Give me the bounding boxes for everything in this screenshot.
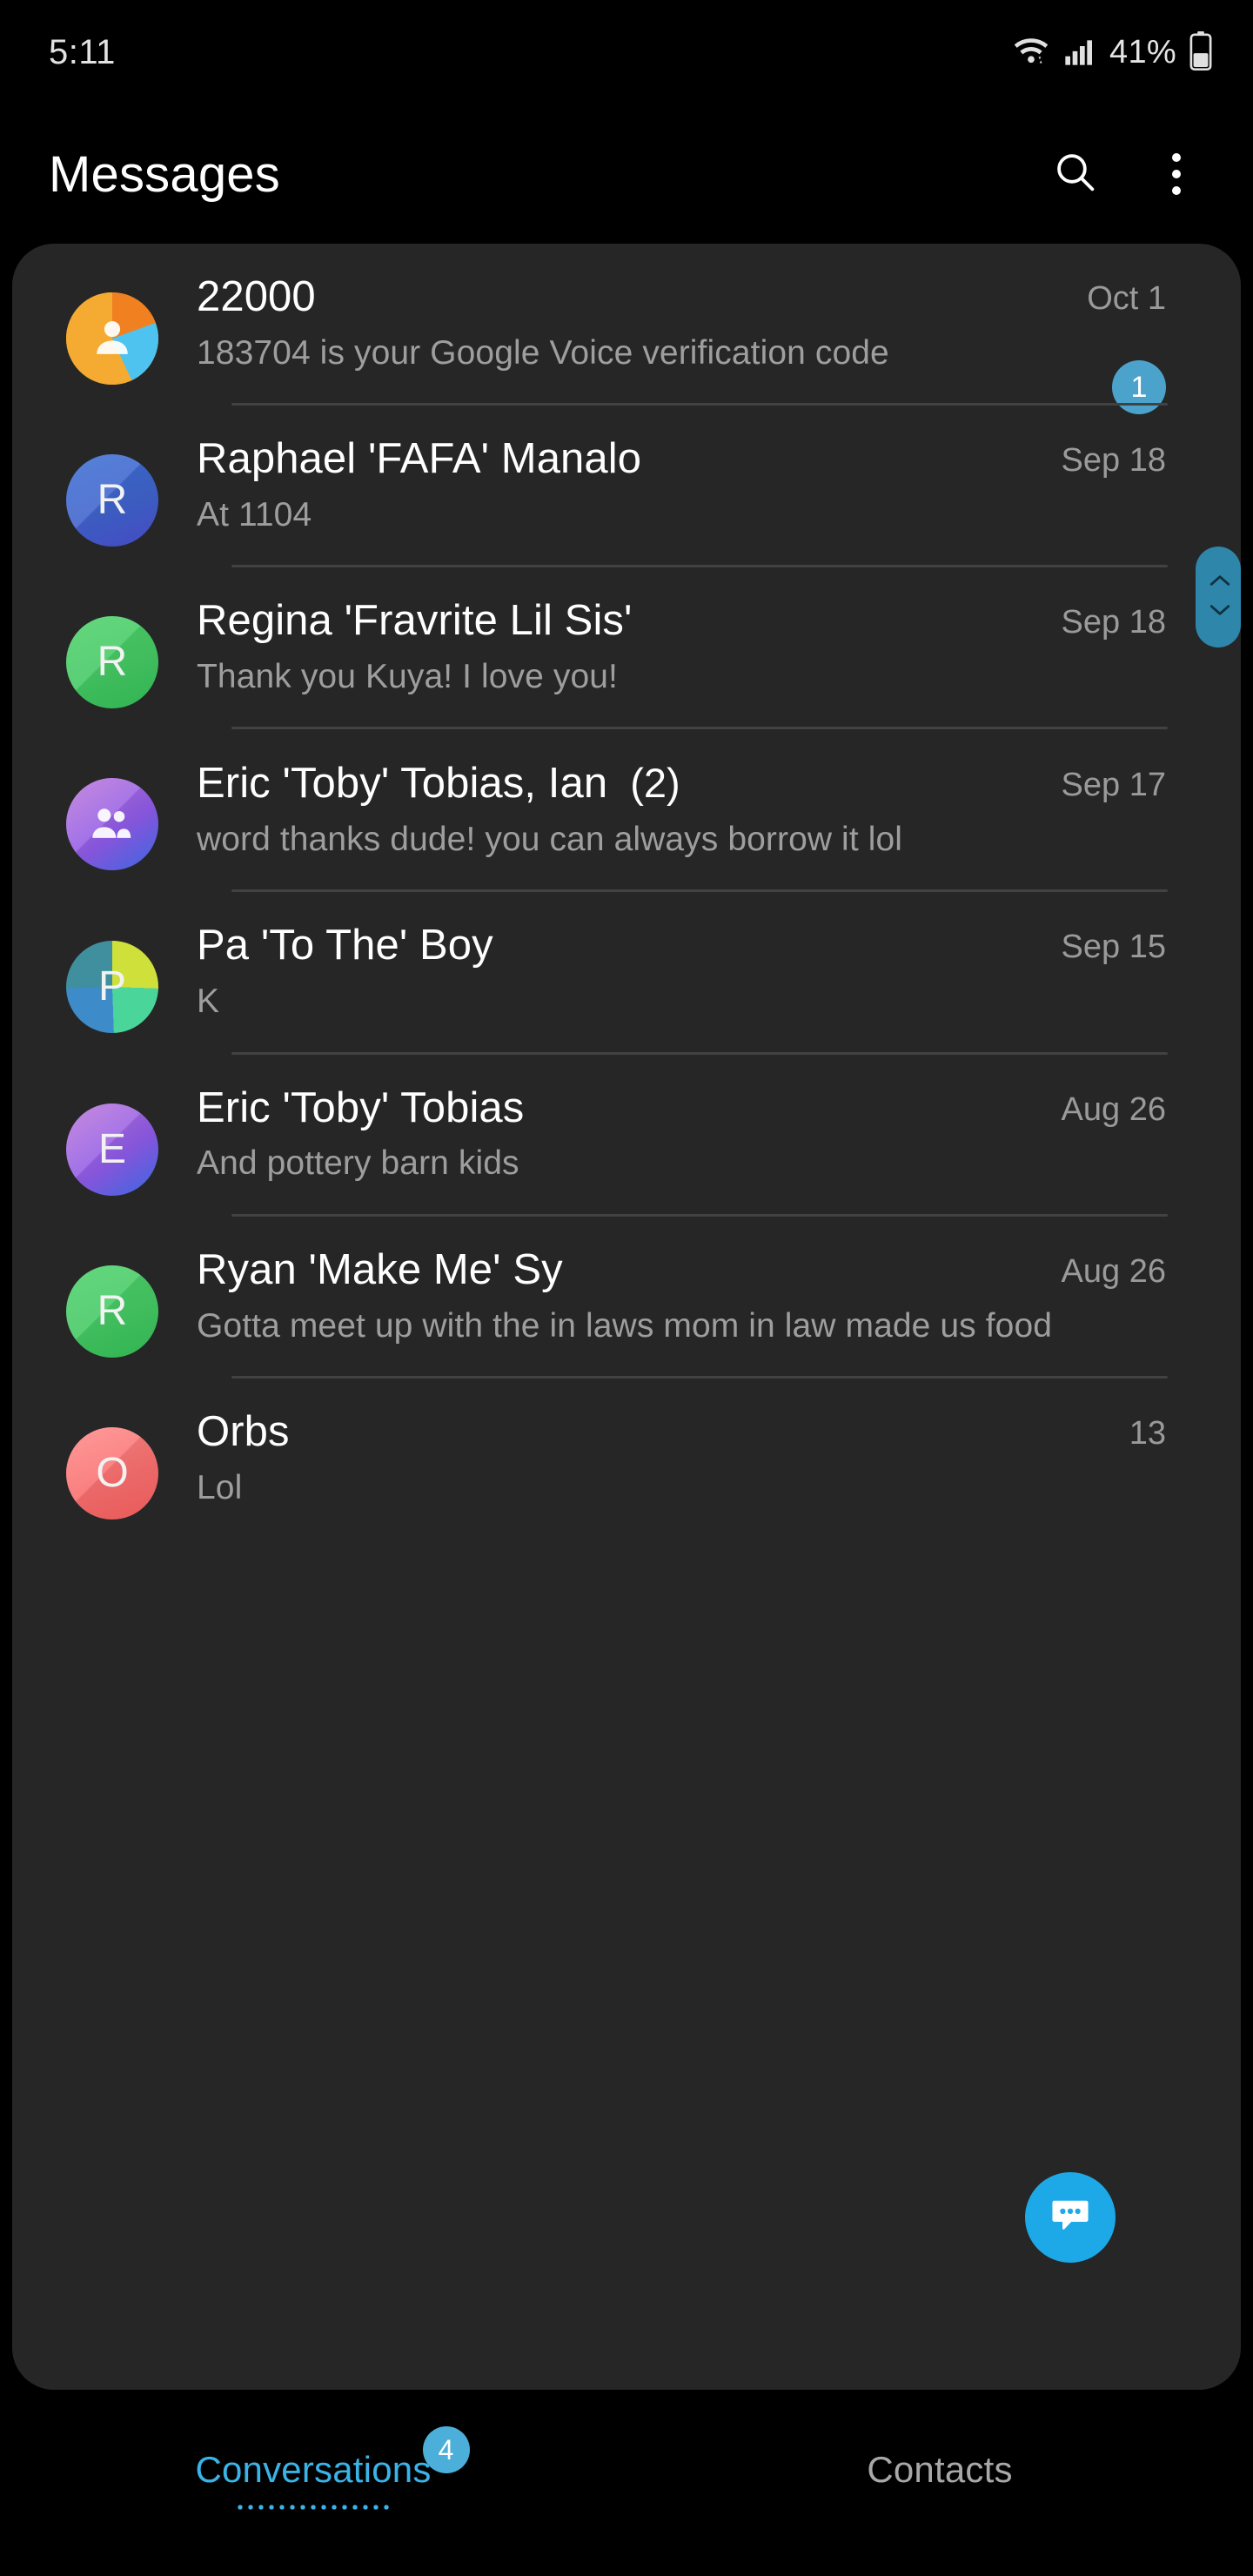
- avatar: [66, 292, 158, 385]
- conversation-date: Sep 15: [1061, 929, 1166, 966]
- conversation-row[interactable]: R Raphael 'FAFA' Manalo Sep 18 At 1104: [12, 406, 1241, 568]
- more-options-icon: [1172, 153, 1181, 195]
- conversation-date: 13: [1129, 1414, 1166, 1452]
- conversation-snippet: At 1104: [197, 495, 312, 533]
- status-bar: 5:11 41%: [0, 0, 1253, 104]
- wifi-icon: [1012, 31, 1050, 74]
- conversation-content: Eric 'Toby' Tobias, Ian (2) Sep 17 word …: [158, 759, 1166, 892]
- app-bar: Messages: [0, 104, 1253, 244]
- conversation-header: Raphael 'FAFA' Manalo Sep 18: [197, 435, 1166, 484]
- conversation-header: Ryan 'Make Me' Sy Aug 26: [197, 1246, 1166, 1295]
- conversation-row[interactable]: R Regina 'Fravrite Lil Sis' Sep 18 Thank…: [12, 567, 1241, 730]
- conversation-snippet: Thank you Kuya! I love you!: [197, 658, 618, 696]
- conversation-snippet: K: [197, 983, 220, 1021]
- more-options-button[interactable]: [1149, 146, 1204, 202]
- conversation-snippet: 183704 is your Google Voice verification…: [197, 333, 889, 372]
- conversation-content: Raphael 'FAFA' Manalo Sep 18 At 1104: [158, 435, 1166, 567]
- conversation-name: 22000: [197, 273, 316, 320]
- conversation-content: Orbs 13 Lol: [158, 1408, 1166, 1540]
- conversation-row[interactable]: 22000 Oct 1 183704 is your Google Voice …: [12, 244, 1241, 414]
- status-bar-clock: 5:11: [49, 32, 116, 71]
- search-icon: [1052, 149, 1099, 200]
- conversation-header: Eric 'Toby' Tobias, Ian (2) Sep 17: [197, 759, 1166, 808]
- tab-conversations-badge: 4: [422, 2426, 470, 2473]
- avatar-initial: P: [97, 963, 126, 1010]
- conversation-name: Regina 'Fravrite Lil Sis': [197, 597, 633, 645]
- battery-icon: [1189, 30, 1213, 75]
- conversation-date: Sep 18: [1061, 604, 1166, 641]
- conversation-list-card: 22000 Oct 1 183704 is your Google Voice …: [12, 244, 1241, 2390]
- battery-percent-label: 41%: [1109, 33, 1176, 70]
- conversation-snippet: Gotta meet up with the in laws mom in la…: [197, 1306, 1053, 1345]
- new-message-icon: [1046, 2191, 1095, 2244]
- conversation-name: Orbs: [197, 1407, 290, 1455]
- conversation-header: Pa 'To The' Boy Sep 15: [197, 922, 1166, 970]
- avatar-initial: R: [97, 639, 128, 686]
- conversation-content: Pa 'To The' Boy Sep 15 K: [158, 922, 1166, 1054]
- conversation-row[interactable]: R Ryan 'Make Me' Sy Aug 26 Gotta meet up…: [12, 1217, 1241, 1379]
- avatar: P: [66, 941, 158, 1034]
- conversation-header: Orbs 13: [197, 1408, 1166, 1457]
- conversation-date: Oct 1: [1087, 280, 1166, 317]
- chevron-down-icon: [1209, 602, 1230, 621]
- conversation-row[interactable]: E Eric 'Toby' Tobias Aug 26 And pottery …: [12, 1055, 1241, 1217]
- avatar: O: [66, 1426, 158, 1519]
- search-button[interactable]: [1048, 146, 1103, 202]
- conversation-date: Sep 17: [1061, 767, 1166, 804]
- chevron-up-icon: [1209, 573, 1230, 592]
- avatar-initial: R: [97, 477, 128, 524]
- avatar: R: [66, 454, 158, 547]
- conversation-list[interactable]: 22000 Oct 1 183704 is your Google Voice …: [12, 244, 1241, 1540]
- status-bar-indicators: 41%: [1012, 30, 1213, 75]
- avatar: E: [66, 1103, 158, 1196]
- conversation-name: Pa 'To The' Boy: [197, 922, 493, 969]
- group-people-icon: [87, 797, 137, 852]
- conversation-row[interactable]: O Orbs 13 Lol: [12, 1379, 1241, 1540]
- avatar-initial: R: [97, 1287, 128, 1334]
- conversation-name: Ryan 'Make Me' Sy: [197, 1245, 563, 1293]
- person-icon: [88, 312, 137, 366]
- conversation-date: Aug 26: [1061, 1090, 1166, 1128]
- conversation-snippet: And pottery barn kids: [197, 1144, 519, 1183]
- tab-contacts[interactable]: Contacts: [626, 2411, 1253, 2491]
- conversation-snippet: word thanks dude! you can always borrow …: [197, 821, 903, 859]
- scrollbar-thumb[interactable]: [1196, 547, 1241, 647]
- conversation-name: Raphael 'FAFA' Manalo: [197, 435, 642, 483]
- app-bar-actions: [1048, 146, 1204, 202]
- avatar-initial: E: [97, 1125, 126, 1172]
- conversation-content: Eric 'Toby' Tobias Aug 26 And pottery ba…: [158, 1084, 1166, 1217]
- conversation-row[interactable]: Eric 'Toby' Tobias, Ian (2) Sep 17 word …: [12, 729, 1241, 893]
- page-title: Messages: [49, 145, 280, 203]
- tab-contacts-label: Contacts: [867, 2449, 1013, 2490]
- conversation-header: Regina 'Fravrite Lil Sis' Sep 18: [197, 597, 1166, 646]
- conversation-name: Eric 'Toby' Tobias: [197, 1083, 525, 1131]
- bottom-tab-bar: Conversations 4 Contacts: [0, 2411, 1253, 2576]
- conversation-row[interactable]: P Pa 'To The' Boy Sep 15 K: [12, 892, 1241, 1055]
- conversation-date: Sep 18: [1061, 442, 1166, 480]
- tab-conversations-label: Conversations: [195, 2449, 432, 2490]
- conversation-snippet: Lol: [197, 1468, 243, 1506]
- avatar: [66, 778, 158, 871]
- conversation-content: Ryan 'Make Me' Sy Aug 26 Gotta meet up w…: [158, 1246, 1166, 1379]
- avatar: R: [66, 616, 158, 709]
- tab-conversations[interactable]: Conversations 4: [0, 2411, 626, 2510]
- group-member-count: (2): [630, 760, 680, 807]
- new-message-fab[interactable]: [1025, 2172, 1116, 2263]
- conversation-header: Eric 'Toby' Tobias Aug 26: [197, 1084, 1166, 1133]
- conversation-content: Regina 'Fravrite Lil Sis' Sep 18 Thank y…: [158, 597, 1166, 729]
- tab-active-indicator: [235, 2505, 392, 2510]
- avatar: R: [66, 1265, 158, 1358]
- conversation-name: Eric 'Toby' Tobias, Ian: [197, 760, 608, 808]
- conversation-content: 22000 Oct 1 183704 is your Google Voice …: [158, 273, 1166, 414]
- conversation-date: Aug 26: [1061, 1252, 1166, 1290]
- conversation-header: 22000 Oct 1: [197, 273, 1166, 322]
- avatar-initial: O: [96, 1449, 129, 1496]
- signal-bars-icon: [1062, 33, 1097, 72]
